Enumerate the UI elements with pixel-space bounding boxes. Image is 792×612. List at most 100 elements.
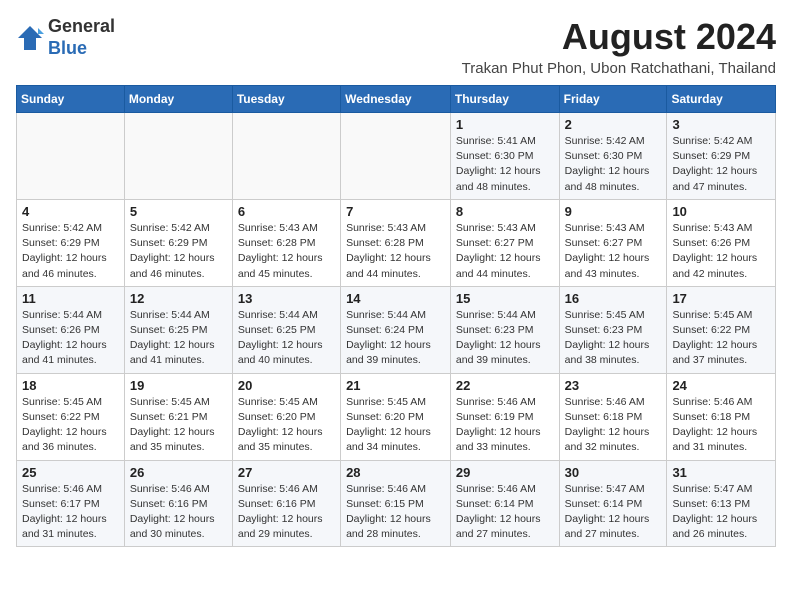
- day-info: Sunrise: 5:43 AM Sunset: 6:26 PM Dayligh…: [672, 221, 770, 282]
- week-row-4: 18Sunrise: 5:45 AM Sunset: 6:22 PM Dayli…: [17, 373, 776, 460]
- calendar-table: SundayMondayTuesdayWednesdayThursdayFrid…: [16, 85, 776, 547]
- day-info: Sunrise: 5:45 AM Sunset: 6:20 PM Dayligh…: [346, 395, 445, 456]
- calendar-cell: 20Sunrise: 5:45 AM Sunset: 6:20 PM Dayli…: [232, 373, 340, 460]
- calendar-cell: 19 Sunrise: 5:45 AM Sunset: 6:21 PM Dayli…: [124, 373, 232, 460]
- day-info: Sunrise: 5:45 AM Sunset: 6:21 PM Dayligh…: [130, 395, 227, 456]
- day-info: Sunrise: 5:46 AM Sunset: 6:16 PM Dayligh…: [130, 482, 227, 543]
- calendar-cell: 29 Sunrise: 5:46 AM Sunset: 6:14 PM Dayli…: [450, 460, 559, 547]
- calendar-cell: 5 Sunrise: 5:42 AM Sunset: 6:29 PM Daylig…: [124, 199, 232, 286]
- calendar-cell: 8 Sunrise: 5:43 AM Sunset: 6:27 PM Daylig…: [450, 199, 559, 286]
- page-header: General Blue August 2024 Trakan Phut Pho…: [16, 16, 776, 77]
- weekday-header-friday: Friday: [559, 86, 667, 113]
- day-info: Sunrise: 5:46 AM Sunset: 6:18 PM Dayligh…: [565, 395, 662, 456]
- day-info: Sunrise: 5:43 AM Sunset: 6:28 PM Dayligh…: [238, 221, 335, 282]
- weekday-header-monday: Monday: [124, 86, 232, 113]
- calendar-cell: 7 Sunrise: 5:43 AM Sunset: 6:28 PM Daylig…: [341, 199, 451, 286]
- day-number: 19: [130, 378, 227, 393]
- calendar-cell: [124, 113, 232, 200]
- day-info: Sunrise: 5:45 AM Sunset: 6:23 PM Dayligh…: [565, 308, 662, 369]
- day-number: 29: [456, 465, 554, 480]
- location-subtitle: Trakan Phut Phon, Ubon Ratchathani, Thai…: [462, 60, 776, 77]
- day-number: 30: [565, 465, 662, 480]
- day-number: 9: [565, 204, 662, 219]
- day-number: 31: [672, 465, 770, 480]
- calendar-cell: 12Sunrise: 5:44 AM Sunset: 6:25 PM Dayli…: [124, 286, 232, 373]
- day-number: 12: [130, 291, 227, 306]
- day-info: Sunrise: 5:46 AM Sunset: 6:19 PM Dayligh…: [456, 395, 554, 456]
- day-info: Sunrise: 5:44 AM Sunset: 6:23 PM Dayligh…: [456, 308, 554, 369]
- logo-icon: [16, 24, 44, 52]
- calendar-cell: 27Sunrise: 5:46 AM Sunset: 6:16 PM Dayli…: [232, 460, 340, 547]
- day-info: Sunrise: 5:43 AM Sunset: 6:28 PM Dayligh…: [346, 221, 445, 282]
- weekday-header-wednesday: Wednesday: [341, 86, 451, 113]
- day-info: Sunrise: 5:46 AM Sunset: 6:16 PM Dayligh…: [238, 482, 335, 543]
- day-number: 8: [456, 204, 554, 219]
- day-info: Sunrise: 5:42 AM Sunset: 6:30 PM Dayligh…: [565, 134, 662, 195]
- day-number: 2: [565, 117, 662, 132]
- calendar-cell: 31 Sunrise: 5:47 AM Sunset: 6:13 PM Dayli…: [667, 460, 776, 547]
- day-info: Sunrise: 5:43 AM Sunset: 6:27 PM Dayligh…: [565, 221, 662, 282]
- calendar-cell: 28Sunrise: 5:46 AM Sunset: 6:15 PM Dayli…: [341, 460, 451, 547]
- day-number: 16: [565, 291, 662, 306]
- calendar-cell: [232, 113, 340, 200]
- day-number: 11: [22, 291, 119, 306]
- day-number: 22: [456, 378, 554, 393]
- calendar-cell: 30Sunrise: 5:47 AM Sunset: 6:14 PM Dayli…: [559, 460, 667, 547]
- calendar-cell: 13 Sunrise: 5:44 AM Sunset: 6:25 PM Dayli…: [232, 286, 340, 373]
- day-number: 5: [130, 204, 227, 219]
- week-row-1: 1Sunrise: 5:41 AM Sunset: 6:30 PM Daylig…: [17, 113, 776, 200]
- calendar-cell: 25Sunrise: 5:46 AM Sunset: 6:17 PM Dayli…: [17, 460, 125, 547]
- calendar-cell: 9 Sunrise: 5:43 AM Sunset: 6:27 PM Daylig…: [559, 199, 667, 286]
- day-info: Sunrise: 5:42 AM Sunset: 6:29 PM Dayligh…: [672, 134, 770, 195]
- calendar-cell: 2 Sunrise: 5:42 AM Sunset: 6:30 PM Daylig…: [559, 113, 667, 200]
- title-block: August 2024 Trakan Phut Phon, Ubon Ratch…: [462, 16, 776, 77]
- calendar-cell: [341, 113, 451, 200]
- day-info: Sunrise: 5:47 AM Sunset: 6:13 PM Dayligh…: [672, 482, 770, 543]
- day-info: Sunrise: 5:41 AM Sunset: 6:30 PM Dayligh…: [456, 134, 554, 195]
- day-number: 24: [672, 378, 770, 393]
- calendar-cell: 14 Sunrise: 5:44 AM Sunset: 6:24 PM Dayli…: [341, 286, 451, 373]
- day-number: 4: [22, 204, 119, 219]
- day-number: 6: [238, 204, 335, 219]
- weekday-header-row: SundayMondayTuesdayWednesdayThursdayFrid…: [17, 86, 776, 113]
- day-number: 18: [22, 378, 119, 393]
- day-number: 3: [672, 117, 770, 132]
- day-number: 7: [346, 204, 445, 219]
- month-year-title: August 2024: [462, 16, 776, 58]
- calendar-cell: 15 Sunrise: 5:44 AM Sunset: 6:23 PM Dayli…: [450, 286, 559, 373]
- calendar-cell: [17, 113, 125, 200]
- calendar-cell: 3 Sunrise: 5:42 AM Sunset: 6:29 PM Daylig…: [667, 113, 776, 200]
- day-info: Sunrise: 5:46 AM Sunset: 6:14 PM Dayligh…: [456, 482, 554, 543]
- calendar-cell: 4Sunrise: 5:42 AM Sunset: 6:29 PM Daylig…: [17, 199, 125, 286]
- day-info: Sunrise: 5:44 AM Sunset: 6:25 PM Dayligh…: [238, 308, 335, 369]
- logo-general-text: General: [48, 16, 115, 36]
- day-info: Sunrise: 5:42 AM Sunset: 6:29 PM Dayligh…: [130, 221, 227, 282]
- calendar-cell: 18Sunrise: 5:45 AM Sunset: 6:22 PM Dayli…: [17, 373, 125, 460]
- day-info: Sunrise: 5:45 AM Sunset: 6:22 PM Dayligh…: [672, 308, 770, 369]
- calendar-cell: 1Sunrise: 5:41 AM Sunset: 6:30 PM Daylig…: [450, 113, 559, 200]
- day-number: 17: [672, 291, 770, 306]
- day-info: Sunrise: 5:44 AM Sunset: 6:26 PM Dayligh…: [22, 308, 119, 369]
- day-number: 23: [565, 378, 662, 393]
- week-row-3: 11 Sunrise: 5:44 AM Sunset: 6:26 PM Dayli…: [17, 286, 776, 373]
- day-info: Sunrise: 5:44 AM Sunset: 6:24 PM Dayligh…: [346, 308, 445, 369]
- day-number: 25: [22, 465, 119, 480]
- day-number: 15: [456, 291, 554, 306]
- calendar-cell: 6 Sunrise: 5:43 AM Sunset: 6:28 PM Daylig…: [232, 199, 340, 286]
- day-info: Sunrise: 5:43 AM Sunset: 6:27 PM Dayligh…: [456, 221, 554, 282]
- calendar-cell: 23 Sunrise: 5:46 AM Sunset: 6:18 PM Dayli…: [559, 373, 667, 460]
- logo: General Blue: [16, 16, 115, 59]
- calendar-cell: 10 Sunrise: 5:43 AM Sunset: 6:26 PM Dayli…: [667, 199, 776, 286]
- weekday-header-thursday: Thursday: [450, 86, 559, 113]
- weekday-header-sunday: Sunday: [17, 86, 125, 113]
- day-number: 14: [346, 291, 445, 306]
- day-number: 20: [238, 378, 335, 393]
- weekday-header-saturday: Saturday: [667, 86, 776, 113]
- day-number: 10: [672, 204, 770, 219]
- calendar-cell: 11 Sunrise: 5:44 AM Sunset: 6:26 PM Dayli…: [17, 286, 125, 373]
- day-number: 13: [238, 291, 335, 306]
- day-number: 26: [130, 465, 227, 480]
- day-info: Sunrise: 5:46 AM Sunset: 6:18 PM Dayligh…: [672, 395, 770, 456]
- day-info: Sunrise: 5:46 AM Sunset: 6:15 PM Dayligh…: [346, 482, 445, 543]
- week-row-5: 25Sunrise: 5:46 AM Sunset: 6:17 PM Dayli…: [17, 460, 776, 547]
